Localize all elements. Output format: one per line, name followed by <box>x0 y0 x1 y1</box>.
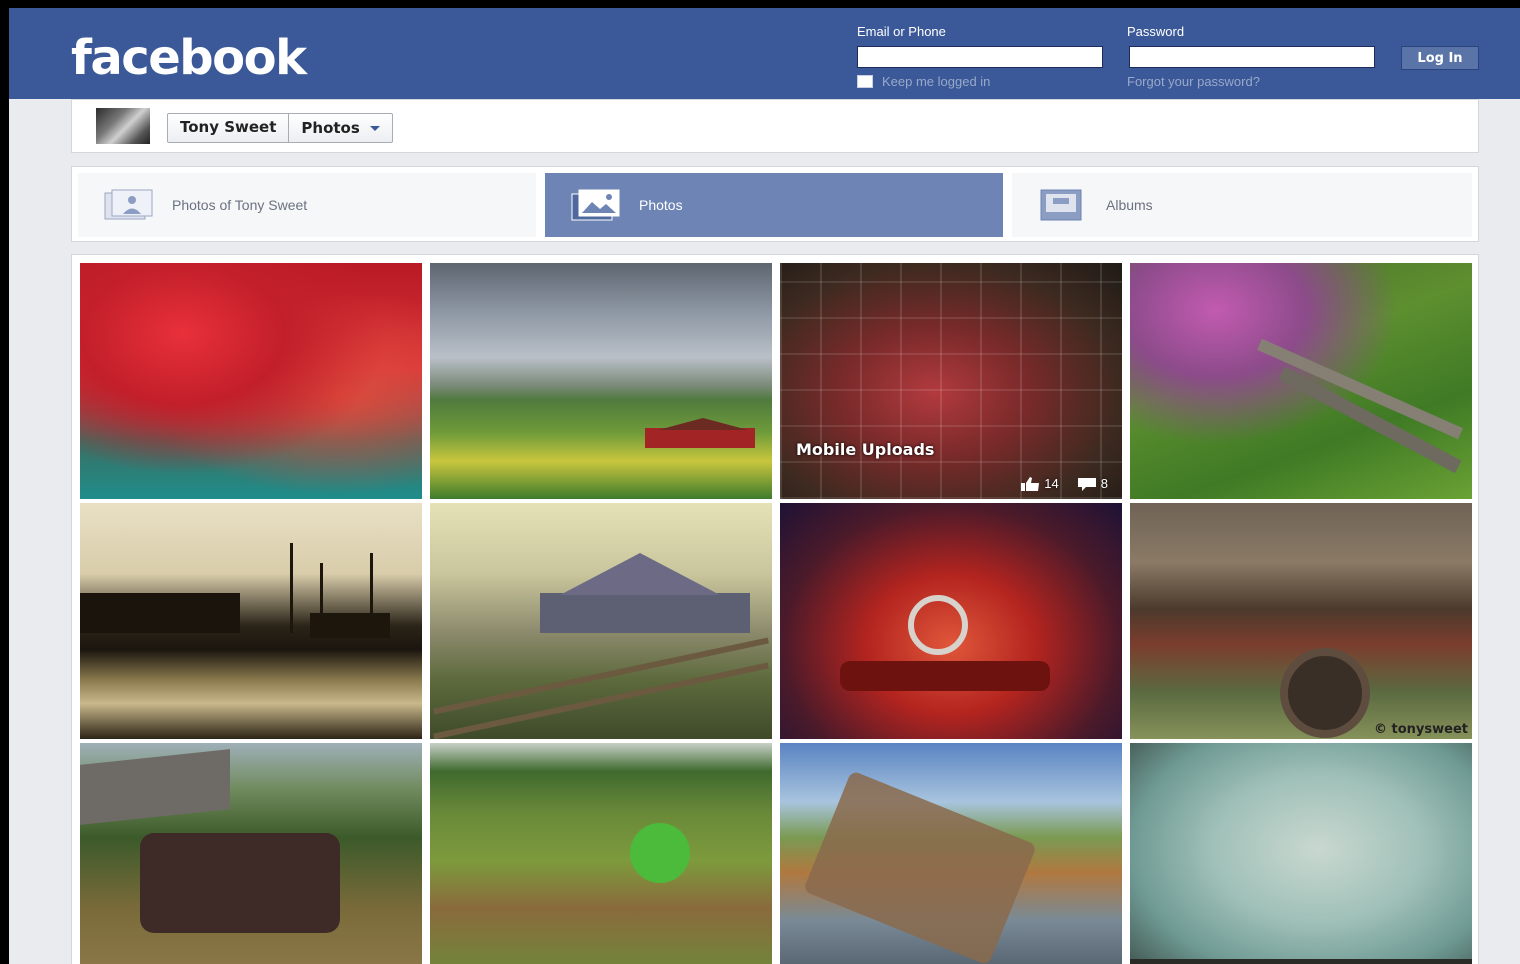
photo-stats: 14 8 <box>1020 476 1108 491</box>
profile-name-link[interactable]: Tony Sweet <box>168 114 288 142</box>
like-count: 14 <box>1044 476 1059 491</box>
comment-icon <box>1077 477 1096 491</box>
photo-thumbnail[interactable]: Mobile Uploads 14 8 <box>780 263 1122 499</box>
like-icon <box>1021 476 1040 491</box>
avatar[interactable] <box>96 108 150 144</box>
log-in-button[interactable]: Log In <box>1401 46 1479 70</box>
page-frame: facebook Email or Phone Password Log In … <box>9 8 1520 964</box>
password-field[interactable] <box>1129 46 1375 68</box>
photo-thumbnail[interactable] <box>780 743 1122 964</box>
photo-thumbnail[interactable]: © tonysweet <box>1130 503 1472 739</box>
email-label: Email or Phone <box>857 24 946 39</box>
photo-thumbnail[interactable] <box>430 263 772 499</box>
profile-header: Tony Sweet Photos <box>71 99 1479 153</box>
facebook-logo[interactable]: facebook <box>71 34 307 82</box>
password-label: Password <box>1127 24 1185 39</box>
photo-tabs: Photos of Tony Sweet Photos Albums <box>71 166 1479 242</box>
photo-thumbnail[interactable] <box>1130 743 1472 964</box>
watermark: © tonysweet <box>1374 722 1468 737</box>
photo-grid: Mobile Uploads 14 8 © tonysweet <box>71 254 1479 964</box>
photo-thumbnail[interactable] <box>80 503 422 739</box>
email-field[interactable] <box>857 46 1103 68</box>
photos-icon <box>571 189 621 221</box>
tab-photos[interactable]: Photos <box>545 173 1003 237</box>
breadcrumb: Tony Sweet Photos <box>167 113 393 143</box>
section-label: Photos <box>301 119 360 137</box>
tab-albums[interactable]: Albums <box>1012 173 1472 237</box>
forgot-password-link[interactable]: Forgot your password? <box>1127 74 1260 89</box>
album-caption: Mobile Uploads <box>796 440 935 459</box>
photo-thumbnail[interactable] <box>80 263 422 499</box>
top-bar: facebook Email or Phone Password Log In … <box>9 8 1520 99</box>
keep-logged-in-label: Keep me logged in <box>882 74 991 89</box>
photo-thumbnail[interactable] <box>1130 263 1472 499</box>
chevron-down-icon <box>369 125 380 131</box>
photo-thumbnail[interactable] <box>780 503 1122 739</box>
comment-count: 8 <box>1100 476 1108 491</box>
photo-thumbnail[interactable] <box>430 743 772 964</box>
tab-label: Albums <box>1106 197 1153 213</box>
photos-of-icon <box>104 189 154 221</box>
tab-label: Photos <box>639 197 683 213</box>
keep-logged-in-checkbox[interactable] <box>857 75 873 88</box>
photo-thumbnail[interactable] <box>430 503 772 739</box>
albums-icon <box>1038 189 1088 221</box>
section-dropdown[interactable]: Photos <box>288 114 391 142</box>
tab-photos-of[interactable]: Photos of Tony Sweet <box>78 173 536 237</box>
photo-thumbnail[interactable] <box>80 743 422 964</box>
tab-label: Photos of Tony Sweet <box>172 197 308 213</box>
